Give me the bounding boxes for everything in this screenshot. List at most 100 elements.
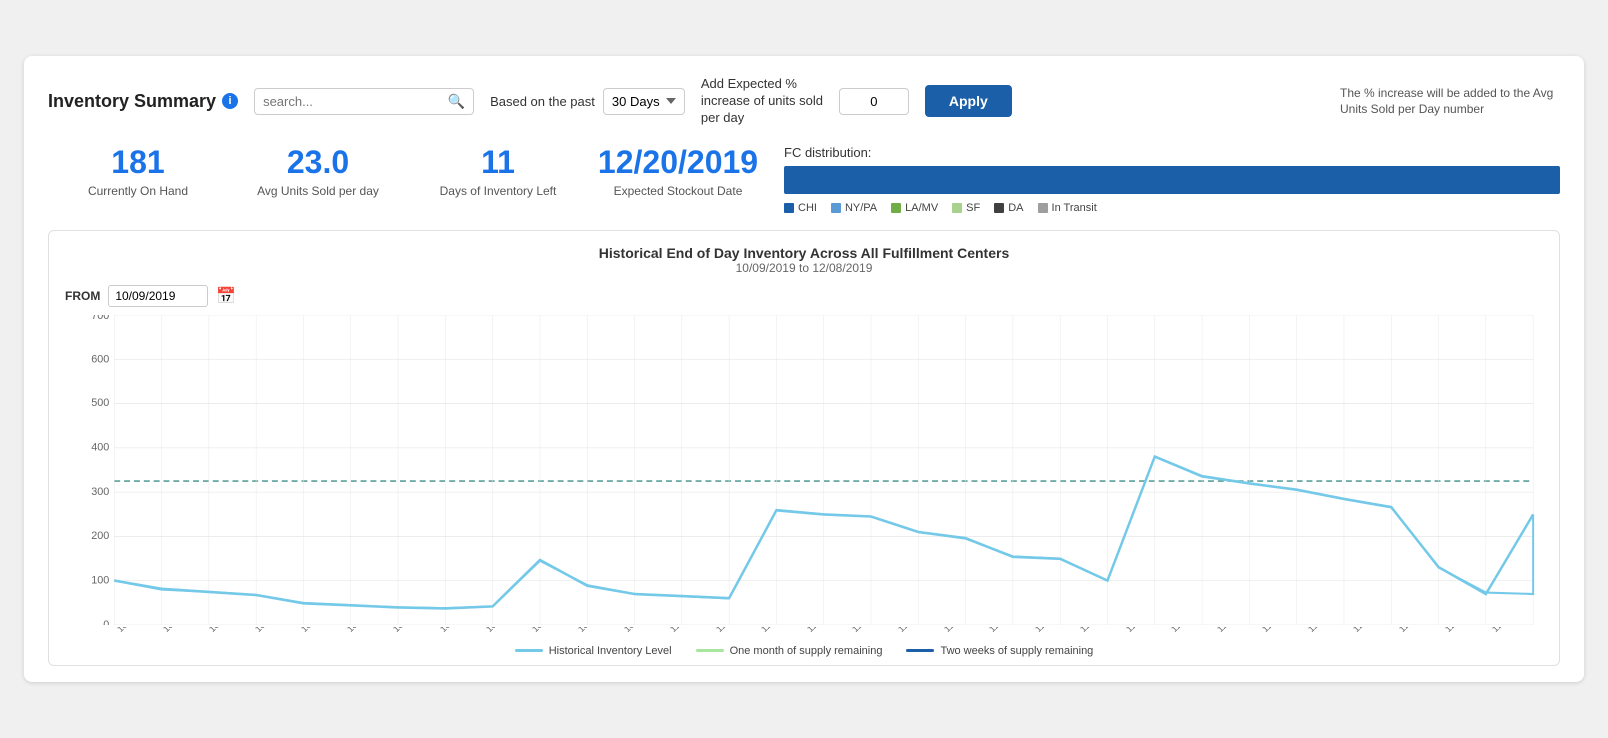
svg-text:0: 0 bbox=[103, 619, 109, 625]
legend-lamv: LA/MV bbox=[891, 202, 938, 214]
legend-two-weeks: Two weeks of supply remaining bbox=[906, 645, 1093, 657]
hint-text: The % increase will be added to the Avg … bbox=[1340, 85, 1560, 119]
metric-stockout-date: 12/20/2019 Expected Stockout Date bbox=[588, 145, 768, 198]
x-label: 11/12/2019 bbox=[896, 627, 934, 634]
x-label: 11/18/2019 bbox=[1033, 627, 1071, 634]
avg-units-label: Avg Units Sold per day bbox=[228, 184, 408, 198]
x-label: 10/25/2019 bbox=[484, 627, 523, 634]
x-label: 11/14/2019 bbox=[942, 627, 980, 634]
expected-increase-label: Add Expected % increase of units sold pe… bbox=[701, 76, 831, 127]
svg-text:100: 100 bbox=[91, 574, 109, 586]
on-hand-value: 181 bbox=[48, 145, 228, 180]
legend-nypa: NY/PA bbox=[831, 202, 877, 214]
x-label: 12/08/2019 bbox=[1490, 627, 1529, 634]
search-input[interactable] bbox=[263, 94, 448, 109]
x-label: 11/04/2019 bbox=[714, 627, 752, 634]
chart-subtitle: 10/09/2019 to 12/08/2019 bbox=[65, 261, 1543, 275]
stockout-date-value: 12/20/2019 bbox=[588, 145, 768, 180]
legend-chi: CHI bbox=[784, 202, 817, 214]
legend-in-transit-label: In Transit bbox=[1052, 202, 1097, 214]
x-label: 10/11/2019 bbox=[161, 627, 199, 634]
legend-sf: SF bbox=[952, 202, 980, 214]
legend-sf-label: SF bbox=[966, 202, 980, 214]
legend-one-month: One month of supply remaining bbox=[696, 645, 883, 657]
svg-text:700: 700 bbox=[91, 315, 109, 322]
legend-lamv-label: LA/MV bbox=[905, 202, 938, 214]
x-label: 10/29/2019 bbox=[576, 627, 615, 634]
legend-da-dot bbox=[994, 203, 1004, 213]
x-label: 11/02/2019 bbox=[668, 627, 706, 634]
x-label: 10/21/2019 bbox=[391, 627, 430, 634]
x-label: 10/31/2019 bbox=[622, 627, 661, 634]
expected-increase-control: Add Expected % increase of units sold pe… bbox=[701, 76, 909, 127]
legend-historical: Historical Inventory Level bbox=[515, 645, 672, 657]
legend-lamv-dot bbox=[891, 203, 901, 213]
metrics-row: 181 Currently On Hand 23.0 Avg Units Sol… bbox=[48, 145, 1560, 214]
legend-one-month-label: One month of supply remaining bbox=[730, 645, 883, 657]
fc-legend: CHI NY/PA LA/MV SF DA bbox=[784, 202, 1560, 214]
legend-historical-line bbox=[515, 649, 543, 652]
x-label: 10/19/2019 bbox=[345, 627, 384, 634]
avg-units-value: 23.0 bbox=[228, 145, 408, 180]
page-title: Inventory Summary i bbox=[48, 91, 238, 112]
legend-in-transit-dot bbox=[1038, 203, 1048, 213]
x-label: 11/08/2019 bbox=[805, 627, 843, 634]
x-label: 11/06/2019 bbox=[759, 627, 797, 634]
from-label: FROM bbox=[65, 289, 100, 303]
svg-text:600: 600 bbox=[91, 353, 109, 365]
inventory-summary-card: Inventory Summary i 🔍 Based on the past … bbox=[24, 56, 1584, 682]
x-label: 11/28/2019 bbox=[1260, 627, 1298, 634]
metric-on-hand: 181 Currently On Hand bbox=[48, 145, 228, 198]
x-label: 11/24/2019 bbox=[1169, 627, 1207, 634]
metric-days-left: 11 Days of Inventory Left bbox=[408, 145, 588, 198]
x-label: 12/06/2019 bbox=[1443, 627, 1482, 634]
info-icon[interactable]: i bbox=[222, 93, 238, 109]
x-label: 10/23/2019 bbox=[438, 627, 477, 634]
svg-text:500: 500 bbox=[91, 397, 109, 409]
legend-two-weeks-label: Two weeks of supply remaining bbox=[940, 645, 1093, 657]
calendar-icon[interactable]: 📅 bbox=[216, 286, 236, 306]
legend-historical-label: Historical Inventory Level bbox=[549, 645, 672, 657]
based-on-control: Based on the past 30 Days 7 Days 14 Days… bbox=[490, 88, 685, 115]
fc-distribution-label: FC distribution: bbox=[784, 145, 1560, 160]
x-label: 10/27/2019 bbox=[530, 627, 569, 634]
days-left-label: Days of Inventory Left bbox=[408, 184, 588, 198]
svg-text:300: 300 bbox=[91, 485, 109, 497]
based-on-dropdown[interactable]: 30 Days 7 Days 14 Days 60 Days 90 Days bbox=[603, 88, 685, 115]
days-left-value: 11 bbox=[408, 145, 588, 180]
chart-svg: 700 600 500 400 300 200 100 0 bbox=[65, 315, 1543, 625]
legend-da-label: DA bbox=[1008, 202, 1023, 214]
svg-text:400: 400 bbox=[91, 441, 109, 453]
chart-controls: FROM 📅 bbox=[65, 285, 1543, 307]
fc-distribution-section: FC distribution: CHI NY/PA LA/MV SF bbox=[784, 145, 1560, 214]
x-label: 11/10/2019 bbox=[850, 627, 888, 634]
x-label: 10/13/2019 bbox=[207, 627, 246, 634]
chart-legend: Historical Inventory Level One month of … bbox=[65, 645, 1543, 657]
legend-in-transit: In Transit bbox=[1038, 202, 1097, 214]
x-label: 11/26/2019 bbox=[1215, 627, 1253, 634]
x-label: 11/22/2019 bbox=[1124, 627, 1162, 634]
legend-chi-label: CHI bbox=[798, 202, 817, 214]
legend-two-weeks-line bbox=[906, 649, 934, 652]
legend-sf-dot bbox=[952, 203, 962, 213]
from-date-input[interactable] bbox=[108, 285, 208, 307]
legend-nypa-dot bbox=[831, 203, 841, 213]
x-label: 10/15/2019 bbox=[253, 627, 292, 634]
on-hand-label: Currently On Hand bbox=[48, 184, 228, 198]
legend-da: DA bbox=[994, 202, 1023, 214]
svg-text:200: 200 bbox=[91, 530, 109, 542]
x-label: 11/20/2019 bbox=[1078, 627, 1116, 634]
chart-section: Historical End of Day Inventory Across A… bbox=[48, 230, 1560, 666]
fc-bar bbox=[784, 166, 1560, 194]
x-label: 11/16/2019 bbox=[987, 627, 1025, 634]
legend-chi-dot bbox=[784, 203, 794, 213]
pct-increase-input[interactable] bbox=[839, 88, 909, 115]
search-icon[interactable]: 🔍 bbox=[448, 93, 465, 110]
x-label: 11/30/2019 bbox=[1306, 627, 1344, 634]
x-label: 10/17/2019 bbox=[299, 627, 338, 634]
based-on-label: Based on the past bbox=[490, 94, 595, 109]
x-axis-labels: 10/09/2019 10/11/2019 10/13/2019 10/15/2… bbox=[65, 627, 1543, 637]
chart-area: 700 600 500 400 300 200 100 0 bbox=[65, 315, 1543, 625]
apply-button[interactable]: Apply bbox=[925, 85, 1012, 117]
metric-avg-units: 23.0 Avg Units Sold per day bbox=[228, 145, 408, 198]
